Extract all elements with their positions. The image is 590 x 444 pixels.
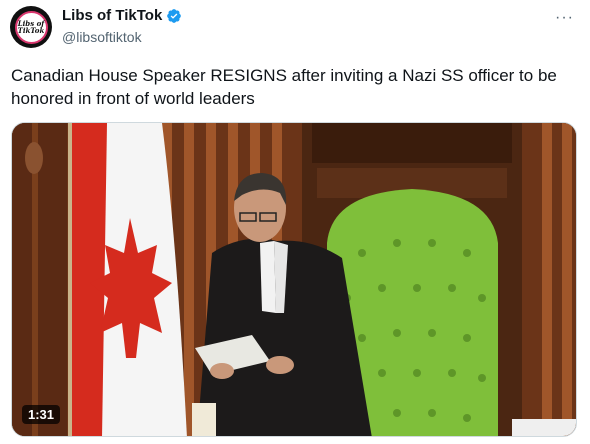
- avatar[interactable]: Libs of TikTok: [10, 6, 52, 48]
- video-thumbnail-image: [12, 123, 576, 436]
- handle[interactable]: @libsoftiktok: [62, 29, 142, 45]
- video-duration: 1:31: [22, 405, 61, 424]
- avatar-logo: Libs of TikTok: [14, 10, 48, 44]
- video-player[interactable]: 1:31: [11, 122, 577, 437]
- tweet-text: Canadian House Speaker RESIGNS after inv…: [11, 66, 557, 108]
- display-name[interactable]: Libs of TikTok: [62, 7, 162, 24]
- verified-badge-icon: [167, 8, 182, 23]
- avatar-text-line2: TikTok: [17, 26, 45, 35]
- more-options-icon[interactable]: ···: [555, 9, 574, 27]
- author-row: Libs of TikTok: [62, 7, 182, 24]
